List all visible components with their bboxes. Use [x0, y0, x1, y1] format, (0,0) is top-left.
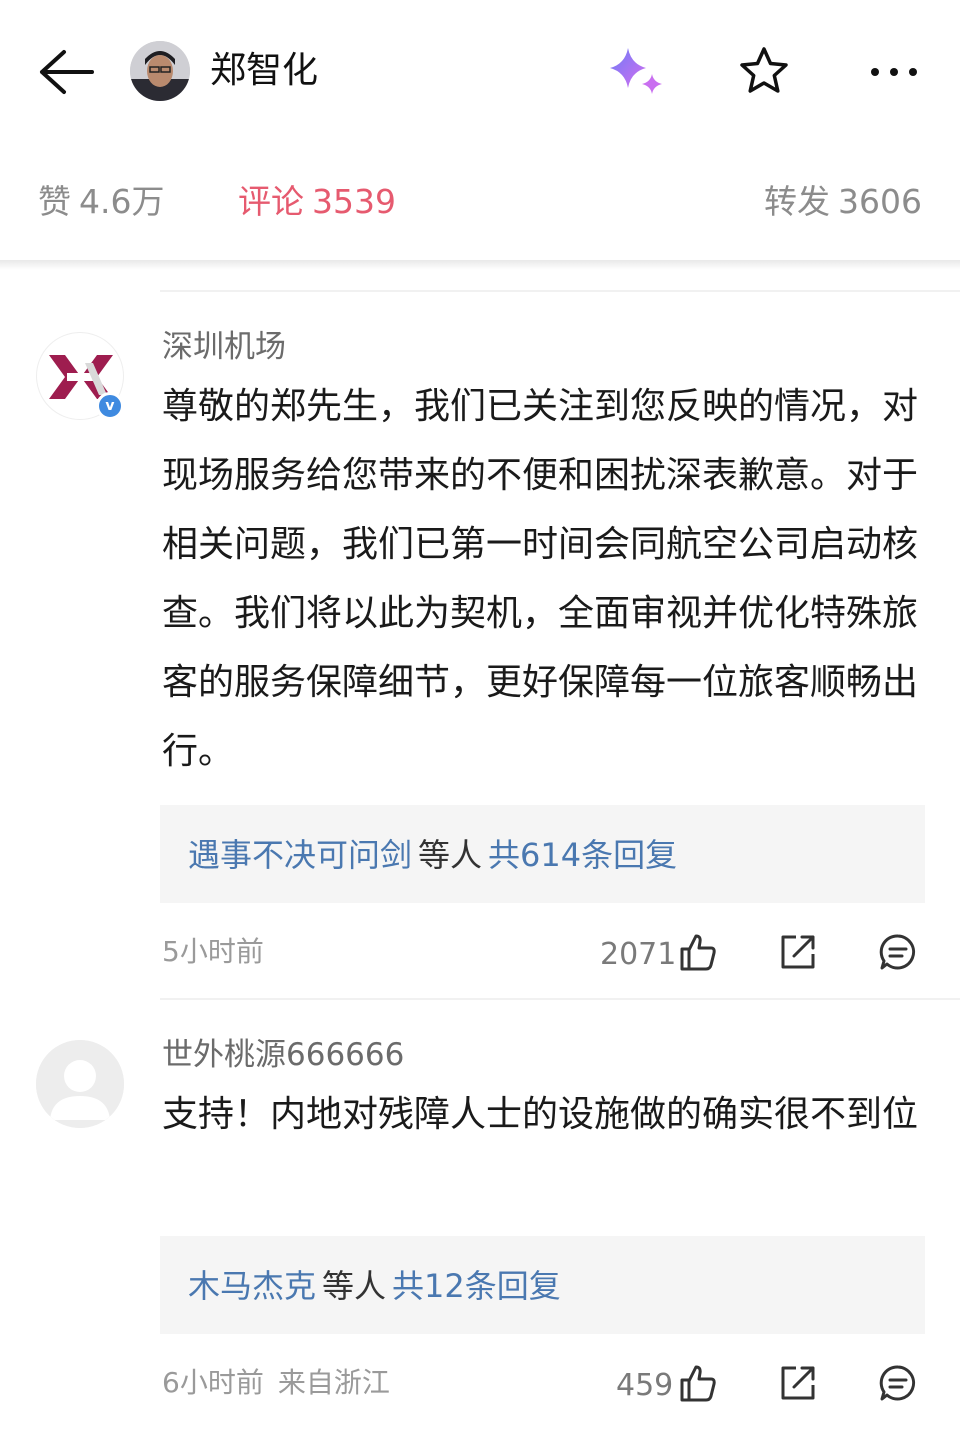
- divider: [160, 998, 960, 1000]
- comment-bubble-icon: [879, 1365, 916, 1401]
- likes-label: 赞: [38, 182, 71, 221]
- replies-preview[interactable]: 遇事不决可问剑 等人 共614条回复: [160, 805, 925, 903]
- default-avatar-icon: [36, 1040, 124, 1128]
- share-button[interactable]: [778, 1363, 818, 1403]
- more-horizontal-icon: [871, 68, 917, 76]
- commenter-avatar[interactable]: [36, 1040, 124, 1128]
- thumbs-up-icon: [680, 934, 716, 971]
- comment-bubble-icon: [879, 934, 916, 970]
- share-icon: [781, 935, 815, 969]
- reposts-value: 3606: [838, 182, 922, 221]
- thumbs-up-icon: [680, 1365, 716, 1402]
- tab-reposts[interactable]: 转发 3606: [764, 182, 922, 222]
- like-count: 2071: [600, 937, 677, 972]
- comment-time: 6小时前: [162, 1366, 264, 1399]
- author-avatar[interactable]: [130, 41, 190, 101]
- ai-assistant-button[interactable]: [604, 44, 668, 100]
- share-button[interactable]: [778, 932, 818, 972]
- favorite-button[interactable]: [736, 44, 792, 100]
- author-name[interactable]: 郑智化: [210, 49, 318, 93]
- comments-label: 评论: [238, 182, 304, 221]
- like-button[interactable]: [678, 932, 718, 972]
- verified-badge-icon: v: [96, 392, 124, 420]
- comment-meta: 6小时前 来自浙江: [162, 1365, 390, 1401]
- like-button[interactable]: [678, 1363, 718, 1403]
- more-button[interactable]: [866, 44, 922, 100]
- comment-username[interactable]: 世外桃源666666: [162, 1036, 404, 1074]
- comment-meta: 5小时前: [162, 934, 264, 970]
- top-bar: 郑智化: [0, 0, 960, 140]
- section-divider: [0, 260, 960, 270]
- back-button[interactable]: [36, 44, 96, 100]
- comment-username[interactable]: 深圳机场: [162, 328, 286, 366]
- replies-preview[interactable]: 木马杰克 等人 共12条回复: [160, 1236, 925, 1334]
- reply-username[interactable]: 木马杰克: [188, 1267, 316, 1305]
- reply-connector: 等人: [322, 1267, 387, 1305]
- comment-time: 5小时前: [162, 935, 264, 968]
- share-icon: [781, 1366, 815, 1400]
- sparkle-icon: [610, 48, 662, 94]
- reply-button[interactable]: [878, 932, 918, 972]
- star-icon: [740, 47, 788, 93]
- reply-connector: 等人: [418, 836, 483, 874]
- reply-button[interactable]: [878, 1363, 918, 1403]
- comment-text: 尊敬的郑先生，我们已关注到您反映的情况，对现场服务给您带来的不便和困扰深表歉意。…: [162, 386, 919, 772]
- arrow-left-icon: [40, 50, 94, 94]
- reposts-label: 转发: [764, 182, 831, 221]
- like-count: 459: [616, 1368, 674, 1403]
- tab-likes[interactable]: 赞 4.6万: [38, 182, 164, 222]
- comment-location: 来自浙江: [277, 1366, 390, 1399]
- comments-value: 3539: [312, 182, 396, 221]
- reply-username[interactable]: 遇事不决可问剑: [188, 836, 412, 874]
- divider: [160, 290, 960, 292]
- comment-text: 支持！内地对残障人士的设施做的确实很不到位: [162, 1094, 919, 1135]
- likes-value: 4.6万: [79, 182, 165, 221]
- reply-count-link[interactable]: 共614条回复: [488, 836, 677, 874]
- reply-count-link[interactable]: 共12条回复: [392, 1267, 561, 1305]
- tab-comments[interactable]: 评论 3539: [238, 182, 396, 222]
- stats-bar: 赞 4.6万 评论 3539 转发 3606: [0, 160, 960, 260]
